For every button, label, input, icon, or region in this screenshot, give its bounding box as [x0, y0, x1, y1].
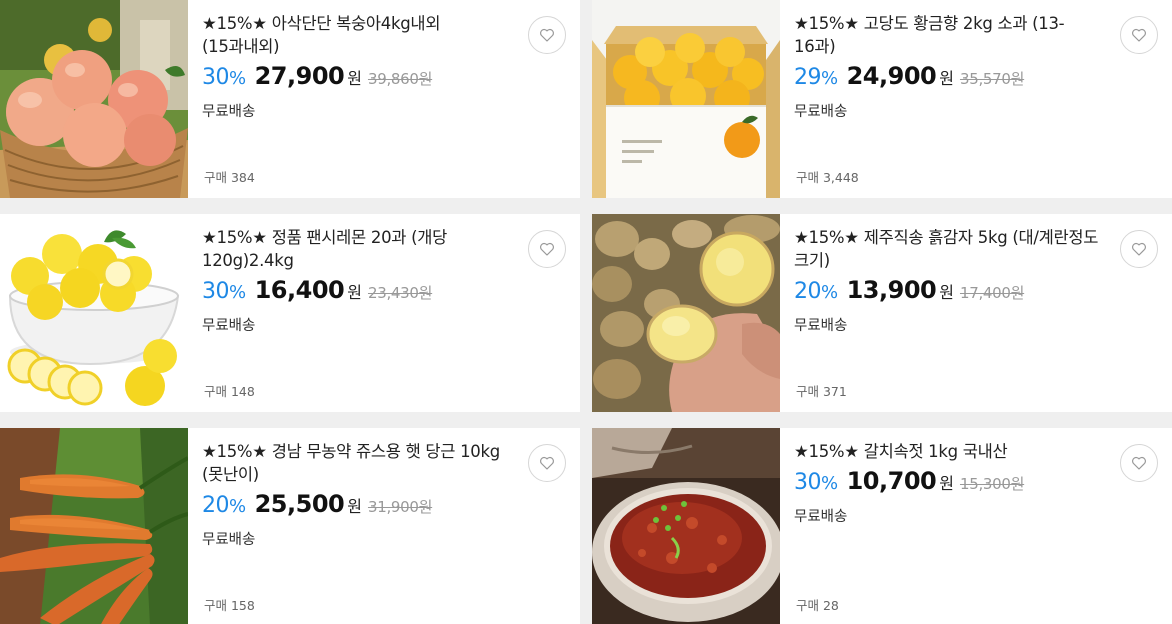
- sale-price: 10,700: [846, 467, 937, 495]
- sale-price: 27,900: [254, 62, 345, 90]
- product-image-orange[interactable]: [592, 0, 780, 198]
- currency-unit: 원: [939, 283, 954, 302]
- shipping-label: 무료배송: [794, 318, 848, 334]
- price-row: 30% 10,700 원 15,300원: [794, 467, 1104, 501]
- product-title[interactable]: ★15%★ 아삭단단 복숭아4kg내외 (15과내외): [202, 12, 512, 58]
- product-image-lemon[interactable]: [0, 214, 188, 412]
- product-image-jeotgal[interactable]: [592, 428, 780, 624]
- product-image-potato[interactable]: [592, 214, 780, 412]
- product-info: ★15%★ 경남 무농약 쥬스용 햇 당근 10kg (못난이) 20% 25,…: [202, 440, 512, 549]
- shipping-label: 무료배송: [202, 532, 256, 548]
- wishlist-button[interactable]: [1120, 16, 1158, 54]
- purchase-count: 구매 371: [796, 384, 847, 399]
- product-card[interactable]: ★15%★ 고당도 황금향 2kg 소과 (13-16과) 29% 24,900…: [592, 0, 1172, 198]
- sale-price: 25,500: [254, 490, 345, 518]
- shipping-label: 무료배송: [794, 104, 848, 120]
- wishlist-button[interactable]: [528, 444, 566, 482]
- currency-unit: 원: [347, 283, 362, 302]
- price-row: 30% 27,900 원 39,860원: [202, 62, 512, 96]
- price-row: 30% 16,400 원 23,430원: [202, 276, 512, 310]
- sale-price: 24,900: [846, 62, 937, 90]
- product-info: ★15%★ 고당도 황금향 2kg 소과 (13-16과) 29% 24,900…: [794, 12, 1104, 121]
- product-card[interactable]: ★15%★ 아삭단단 복숭아4kg내외 (15과내외) 30% 27,900 원…: [0, 0, 580, 198]
- currency-unit: 원: [347, 69, 362, 88]
- product-info: ★15%★ 제주직송 흙감자 5kg (대/계란정도 크기) 20% 13,90…: [794, 226, 1104, 335]
- heart-outline-icon: [540, 456, 554, 470]
- discount-rate: 20%: [794, 279, 838, 304]
- purchase-count: 구매 3,448: [796, 170, 859, 185]
- currency-unit: 원: [347, 497, 362, 516]
- discount-rate: 30%: [202, 279, 246, 304]
- purchase-count: 구매 28: [796, 598, 839, 613]
- wishlist-button[interactable]: [528, 16, 566, 54]
- original-price: 23,430원: [367, 284, 433, 302]
- sale-price: 16,400: [254, 276, 345, 304]
- wishlist-button[interactable]: [1120, 444, 1158, 482]
- discount-rate: 20%: [202, 493, 246, 518]
- original-price: 17,400원: [959, 284, 1025, 302]
- original-price: 15,300원: [959, 475, 1025, 493]
- original-price: 31,900원: [367, 498, 433, 516]
- discount-rate: 30%: [202, 65, 246, 90]
- product-card[interactable]: ★15%★ 정품 팬시레몬 20과 (개당 120g)2.4kg 30% 16,…: [0, 214, 580, 412]
- product-card[interactable]: ★15%★ 경남 무농약 쥬스용 햇 당근 10kg (못난이) 20% 25,…: [0, 428, 580, 624]
- heart-outline-icon: [1132, 242, 1146, 256]
- product-title[interactable]: ★15%★ 갈치속젓 1kg 국내산: [794, 440, 1104, 463]
- product-title[interactable]: ★15%★ 정품 팬시레몬 20과 (개당 120g)2.4kg: [202, 226, 512, 272]
- product-info: ★15%★ 정품 팬시레몬 20과 (개당 120g)2.4kg 30% 16,…: [202, 226, 512, 335]
- product-title[interactable]: ★15%★ 제주직송 흙감자 5kg (대/계란정도 크기): [794, 226, 1104, 272]
- product-title[interactable]: ★15%★ 경남 무농약 쥬스용 햇 당근 10kg (못난이): [202, 440, 512, 486]
- sale-price: 13,900: [846, 276, 937, 304]
- shipping-label: 무료배송: [794, 509, 848, 525]
- currency-unit: 원: [939, 474, 954, 493]
- discount-rate: 30%: [794, 470, 838, 495]
- product-info: ★15%★ 갈치속젓 1kg 국내산 30% 10,700 원 15,300원 …: [794, 440, 1104, 526]
- original-price: 35,570원: [959, 70, 1025, 88]
- product-title[interactable]: ★15%★ 고당도 황금향 2kg 소과 (13-16과): [794, 12, 1104, 58]
- shipping-label: 무료배송: [202, 318, 256, 334]
- product-info: ★15%★ 아삭단단 복숭아4kg내외 (15과내외) 30% 27,900 원…: [202, 12, 512, 121]
- purchase-count: 구매 148: [204, 384, 255, 399]
- heart-outline-icon: [540, 242, 554, 256]
- heart-outline-icon: [1132, 456, 1146, 470]
- heart-outline-icon: [1132, 28, 1146, 42]
- product-image-peach[interactable]: [0, 0, 188, 198]
- product-card[interactable]: ★15%★ 제주직송 흙감자 5kg (대/계란정도 크기) 20% 13,90…: [592, 214, 1172, 412]
- currency-unit: 원: [939, 69, 954, 88]
- shipping-label: 무료배송: [202, 104, 256, 120]
- wishlist-button[interactable]: [528, 230, 566, 268]
- original-price: 39,860원: [367, 70, 433, 88]
- price-row: 20% 25,500 원 31,900원: [202, 490, 512, 524]
- purchase-count: 구매 158: [204, 598, 255, 613]
- heart-outline-icon: [540, 28, 554, 42]
- product-grid: ★15%★ 아삭단단 복숭아4kg내외 (15과내외) 30% 27,900 원…: [0, 0, 1172, 624]
- discount-rate: 29%: [794, 65, 838, 90]
- product-card[interactable]: ★15%★ 갈치속젓 1kg 국내산 30% 10,700 원 15,300원 …: [592, 428, 1172, 624]
- price-row: 29% 24,900 원 35,570원: [794, 62, 1104, 96]
- wishlist-button[interactable]: [1120, 230, 1158, 268]
- purchase-count: 구매 384: [204, 170, 255, 185]
- price-row: 20% 13,900 원 17,400원: [794, 276, 1104, 310]
- product-image-carrot[interactable]: [0, 428, 188, 624]
